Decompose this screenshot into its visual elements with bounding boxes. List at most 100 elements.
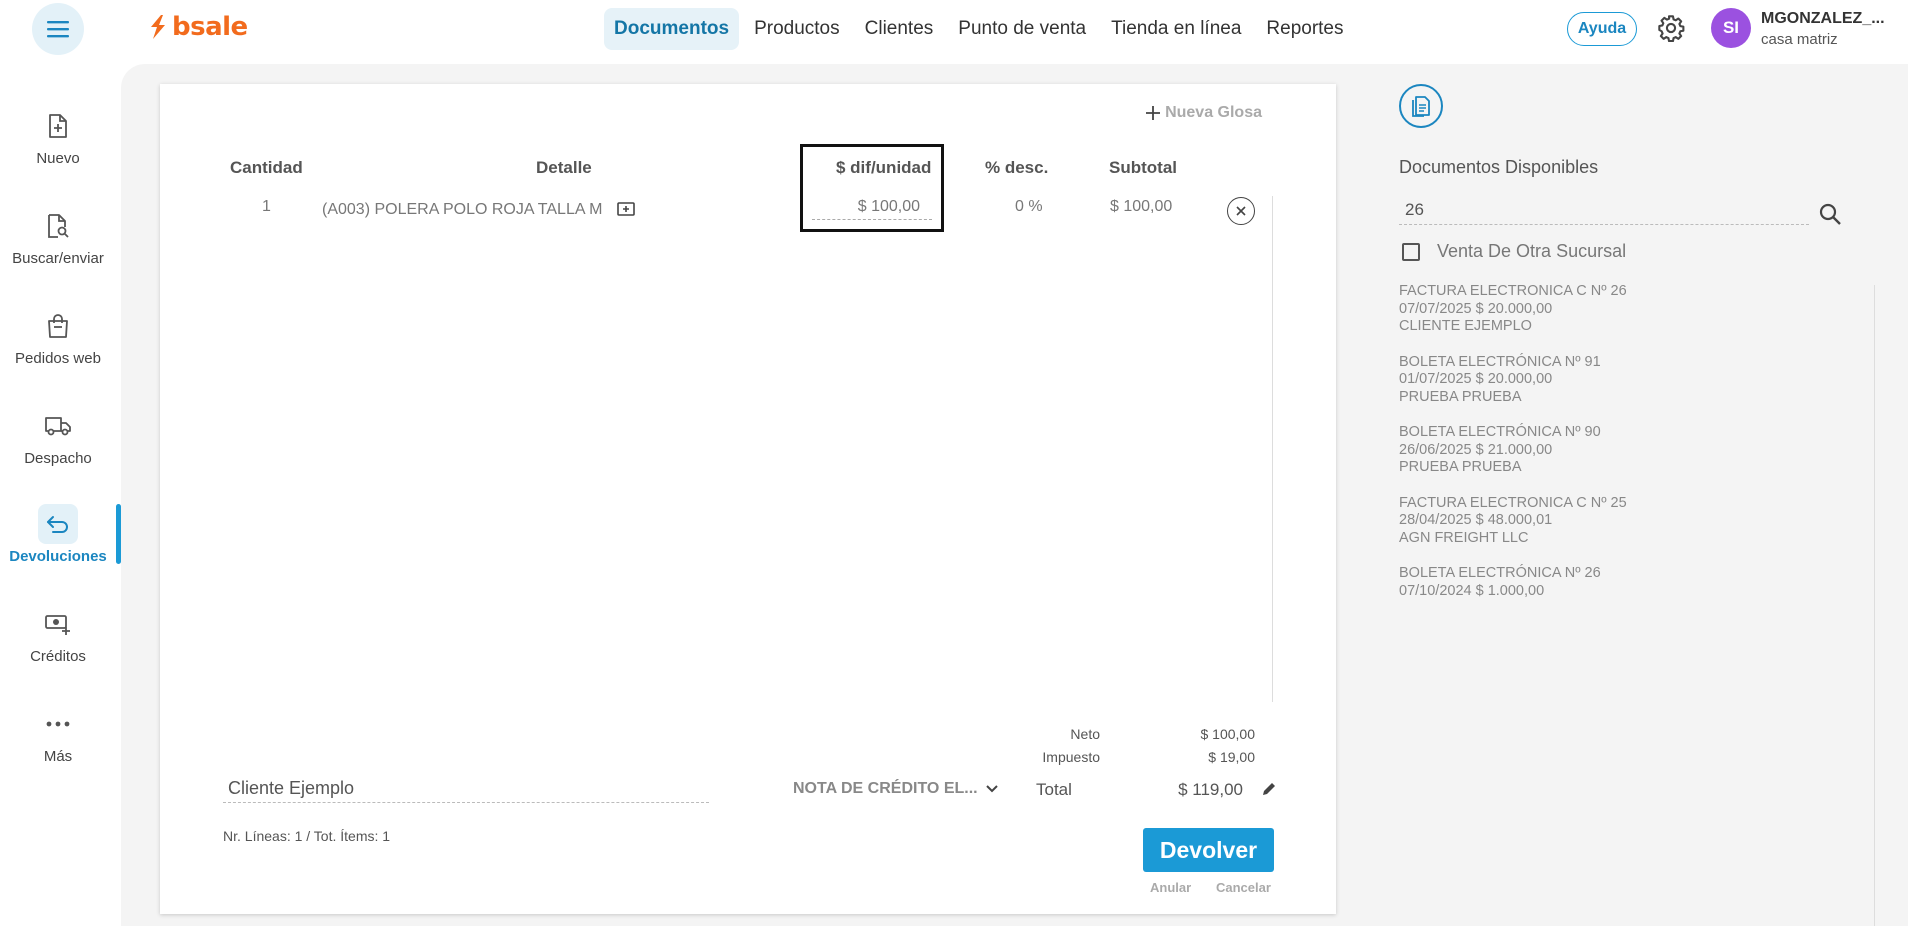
sidebar-item-label: Buscar/enviar: [12, 250, 104, 267]
remove-row-button[interactable]: [1227, 197, 1255, 225]
neto-value: $ 100,00: [1200, 726, 1256, 742]
nueva-glosa-button[interactable]: Nueva Glosa: [1145, 104, 1262, 122]
nav-clientes[interactable]: Clientes: [855, 8, 944, 50]
documents-search-input[interactable]: 26: [1399, 200, 1809, 225]
sidebar-item-mas[interactable]: Más: [0, 704, 116, 784]
doc-title: FACTURA ELECTRONICA C Nº 25: [1399, 494, 1627, 511]
nav-documentos[interactable]: Documentos: [604, 8, 740, 50]
impuesto-label: Impuesto: [1042, 749, 1100, 765]
row-desc[interactable]: 0 %: [1015, 198, 1043, 216]
doc-title: BOLETA ELECTRÓNICA Nº 90: [1399, 424, 1601, 440]
header-subtotal: Subtotal: [1109, 158, 1177, 177]
list-item[interactable]: BOLETA ELECTRÓNICA Nº 91 01/07/2025 $ 20…: [1399, 354, 1819, 407]
sidebar-item-label: Devoluciones: [9, 548, 107, 565]
sidebar-item-buscar-enviar[interactable]: Buscar/enviar: [0, 206, 116, 286]
search-icon[interactable]: [1818, 202, 1842, 226]
close-icon: [1236, 206, 1246, 216]
sidebar-item-nuevo[interactable]: Nuevo: [0, 106, 116, 186]
lines-info: Nr. Líneas: 1 / Tot. Ítems: 1: [223, 828, 391, 844]
sidebar-item-creditos[interactable]: Créditos: [0, 604, 116, 684]
row-cantidad[interactable]: 1: [262, 198, 271, 216]
shopping-bag-icon: [48, 314, 68, 338]
hamburger-icon: [47, 21, 69, 38]
doc-title: FACTURA ELECTRONICA C Nº 26: [1399, 283, 1627, 299]
doc-date-amount: 01/07/2025 $ 20.000,00: [1399, 371, 1553, 387]
file-plus-icon: [49, 114, 67, 138]
chevron-down-icon: [985, 785, 998, 793]
doc-title: BOLETA ELECTRÓNICA Nº 91: [1399, 353, 1601, 370]
avatar[interactable]: SI: [1711, 8, 1751, 48]
client-input[interactable]: Cliente Ejemplo: [223, 778, 709, 803]
return-arrow-icon: [47, 516, 68, 533]
gear-icon[interactable]: [1657, 14, 1685, 42]
sidebar-item-label: Despacho: [24, 450, 92, 467]
doc-date-amount: 28/04/2025 $ 48.000,01: [1399, 512, 1553, 528]
nav-reportes[interactable]: Reportes: [1256, 8, 1353, 50]
doc-date-amount: 07/07/2025 $ 20.000,00: [1399, 300, 1553, 317]
file-search-icon: [48, 214, 69, 238]
available-documents-title: Documentos Disponibles: [1399, 157, 1599, 177]
sidebar-item-label: Nuevo: [36, 150, 80, 167]
header-desc: % desc.: [985, 158, 1049, 177]
user-name[interactable]: MGONZALEZ_...: [1761, 10, 1885, 28]
document-card: Nueva Glosa Cantidad Detalle $ dif/unida…: [160, 84, 1336, 914]
anular-link[interactable]: Anular: [1150, 880, 1191, 895]
nueva-glosa-label: Nueva Glosa: [1165, 104, 1262, 121]
dif-unidad-input[interactable]: $ 100,00: [812, 198, 932, 220]
column-divider: [1272, 196, 1273, 702]
hamburger-menu-button[interactable]: [32, 3, 84, 55]
impuesto-value: $ 19,00: [1208, 749, 1255, 765]
documents-icon: [1412, 96, 1430, 117]
sidebar: Nuevo Buscar/enviar Pedidos web Despacho…: [0, 58, 121, 926]
available-documents-list: FACTURA ELECTRONICA C Nº 26 07/07/2025 $…: [1399, 283, 1819, 618]
pencil-icon[interactable]: [1260, 780, 1278, 798]
top-bar: bsale Documentos Productos Clientes Punt…: [0, 0, 1908, 58]
logo-mark-icon: [151, 15, 165, 39]
sidebar-item-pedidos-web[interactable]: Pedidos web: [0, 306, 116, 386]
doc-title: BOLETA ELECTRÓNICA Nº 26: [1399, 565, 1601, 581]
otra-sucursal-checkbox[interactable]: [1402, 243, 1420, 261]
money-plus-icon: [45, 615, 70, 635]
documents-button[interactable]: [1399, 84, 1443, 128]
more-dots-icon: [46, 721, 70, 727]
panel-divider: [1874, 285, 1875, 926]
sidebar-item-label: Pedidos web: [15, 350, 101, 367]
doc-date-amount: 26/06/2025 $ 21.000,00: [1399, 441, 1553, 458]
total-label: Total: [1036, 780, 1072, 799]
doc-type-dropdown[interactable]: NOTA DE CRÉDITO EL...: [793, 780, 998, 798]
doc-client: CLIENTE EJEMPLO: [1399, 318, 1532, 334]
nav-productos[interactable]: Productos: [744, 8, 850, 50]
nav-tienda-en-linea[interactable]: Tienda en línea: [1101, 8, 1251, 50]
user-branch: casa matriz: [1761, 31, 1838, 48]
row-detalle-text[interactable]: (A003) POLERA POLO ROJA TALLA M: [322, 201, 602, 218]
doc-client: PRUEBA PRUEBA: [1399, 388, 1522, 405]
plus-icon: [1146, 106, 1161, 120]
sidebar-item-label: Más: [43, 748, 73, 765]
list-item[interactable]: BOLETA ELECTRÓNICA Nº 90 26/06/2025 $ 21…: [1399, 424, 1819, 477]
help-button[interactable]: Ayuda: [1567, 12, 1637, 46]
doc-client: AGN FREIGHT LLC: [1399, 529, 1529, 546]
row-detalle: (A003) POLERA POLO ROJA TALLA M: [322, 201, 635, 219]
sidebar-item-devoluciones[interactable]: Devoluciones: [0, 504, 116, 584]
otra-sucursal-label[interactable]: Venta De Otra Sucursal: [1437, 241, 1626, 262]
list-item[interactable]: BOLETA ELECTRÓNICA Nº 26 07/10/2024 $ 1.…: [1399, 565, 1819, 600]
sidebar-item-despacho[interactable]: Despacho: [0, 406, 116, 486]
sidebar-item-label: Créditos: [30, 648, 86, 665]
bsale-logo[interactable]: bsale: [148, 12, 248, 42]
row-subtotal: $ 100,00: [1110, 198, 1173, 215]
add-comment-icon[interactable]: [617, 201, 635, 218]
logo-text: bsale: [172, 12, 248, 42]
truck-icon: [45, 417, 71, 436]
total-value: $ 119,00: [1178, 780, 1243, 799]
header-detalle: Detalle: [536, 158, 592, 177]
list-item[interactable]: FACTURA ELECTRONICA C Nº 26 07/07/2025 $…: [1399, 283, 1819, 336]
cancelar-link[interactable]: Cancelar: [1216, 880, 1271, 895]
doc-type-label: NOTA DE CRÉDITO EL...: [793, 780, 978, 797]
doc-client: PRUEBA PRUEBA: [1399, 459, 1522, 475]
doc-date-amount: 07/10/2024 $ 1.000,00: [1399, 582, 1545, 599]
devolver-button[interactable]: Devolver: [1143, 828, 1274, 872]
header-cantidad: Cantidad: [230, 158, 303, 177]
list-item[interactable]: FACTURA ELECTRONICA C Nº 25 28/04/2025 $…: [1399, 495, 1819, 548]
main-nav: Documentos Productos Clientes Punto de v…: [604, 8, 1359, 50]
nav-punto-de-venta[interactable]: Punto de venta: [948, 8, 1096, 50]
